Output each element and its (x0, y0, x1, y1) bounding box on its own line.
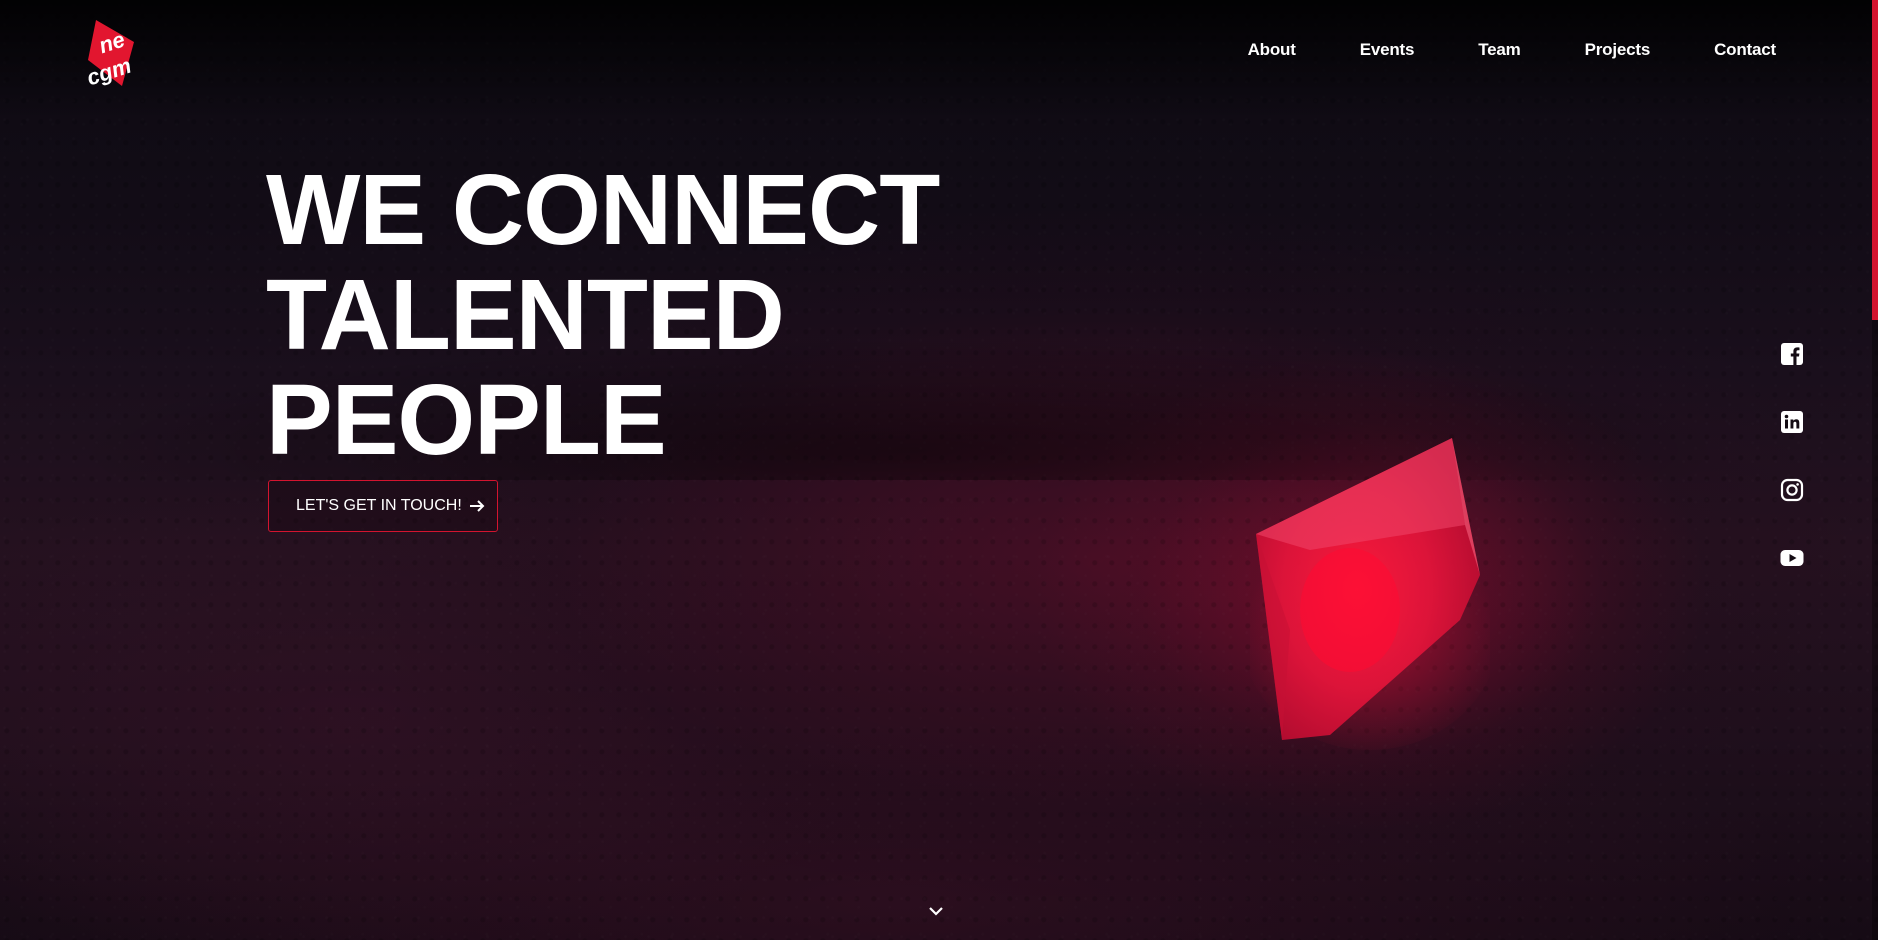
page-scrollbar-track[interactable] (1872, 0, 1878, 940)
hero-title: WE CONNECT TALENTED PEOPLE (266, 154, 940, 476)
get-in-touch-button[interactable]: LET'S GET IN TOUCH! (268, 480, 498, 532)
linkedin-icon[interactable] (1780, 410, 1804, 434)
main-nav: About Events Team Projects Contact (1184, 40, 1777, 60)
nav-item-team[interactable]: Team (1478, 40, 1521, 60)
hero-title-line: WE CONNECT (266, 154, 940, 266)
nav-item-events[interactable]: Events (1360, 40, 1415, 60)
red-prism-image (1250, 438, 1490, 750)
hero-title-line: PEOPLE (266, 364, 667, 476)
hero-title-line: TALENTED (266, 259, 785, 371)
page-scrollbar-thumb[interactable] (1872, 0, 1878, 320)
chevron-down-icon[interactable] (928, 904, 944, 918)
facebook-icon[interactable] (1780, 342, 1804, 366)
nav-item-about[interactable]: About (1248, 40, 1296, 60)
page: ne cgm About Events Team Projects Contac… (0, 0, 1878, 940)
header-shade (0, 0, 1878, 120)
social-links (1780, 342, 1804, 570)
necgm-logo-icon[interactable]: ne cgm (82, 20, 152, 86)
get-in-touch-label: LET'S GET IN TOUCH! (296, 497, 462, 514)
nav-item-projects[interactable]: Projects (1585, 40, 1651, 60)
instagram-icon[interactable] (1780, 478, 1804, 502)
arrow-right-icon (470, 500, 485, 512)
nav-item-contact[interactable]: Contact (1714, 40, 1776, 60)
youtube-icon[interactable] (1780, 546, 1804, 570)
